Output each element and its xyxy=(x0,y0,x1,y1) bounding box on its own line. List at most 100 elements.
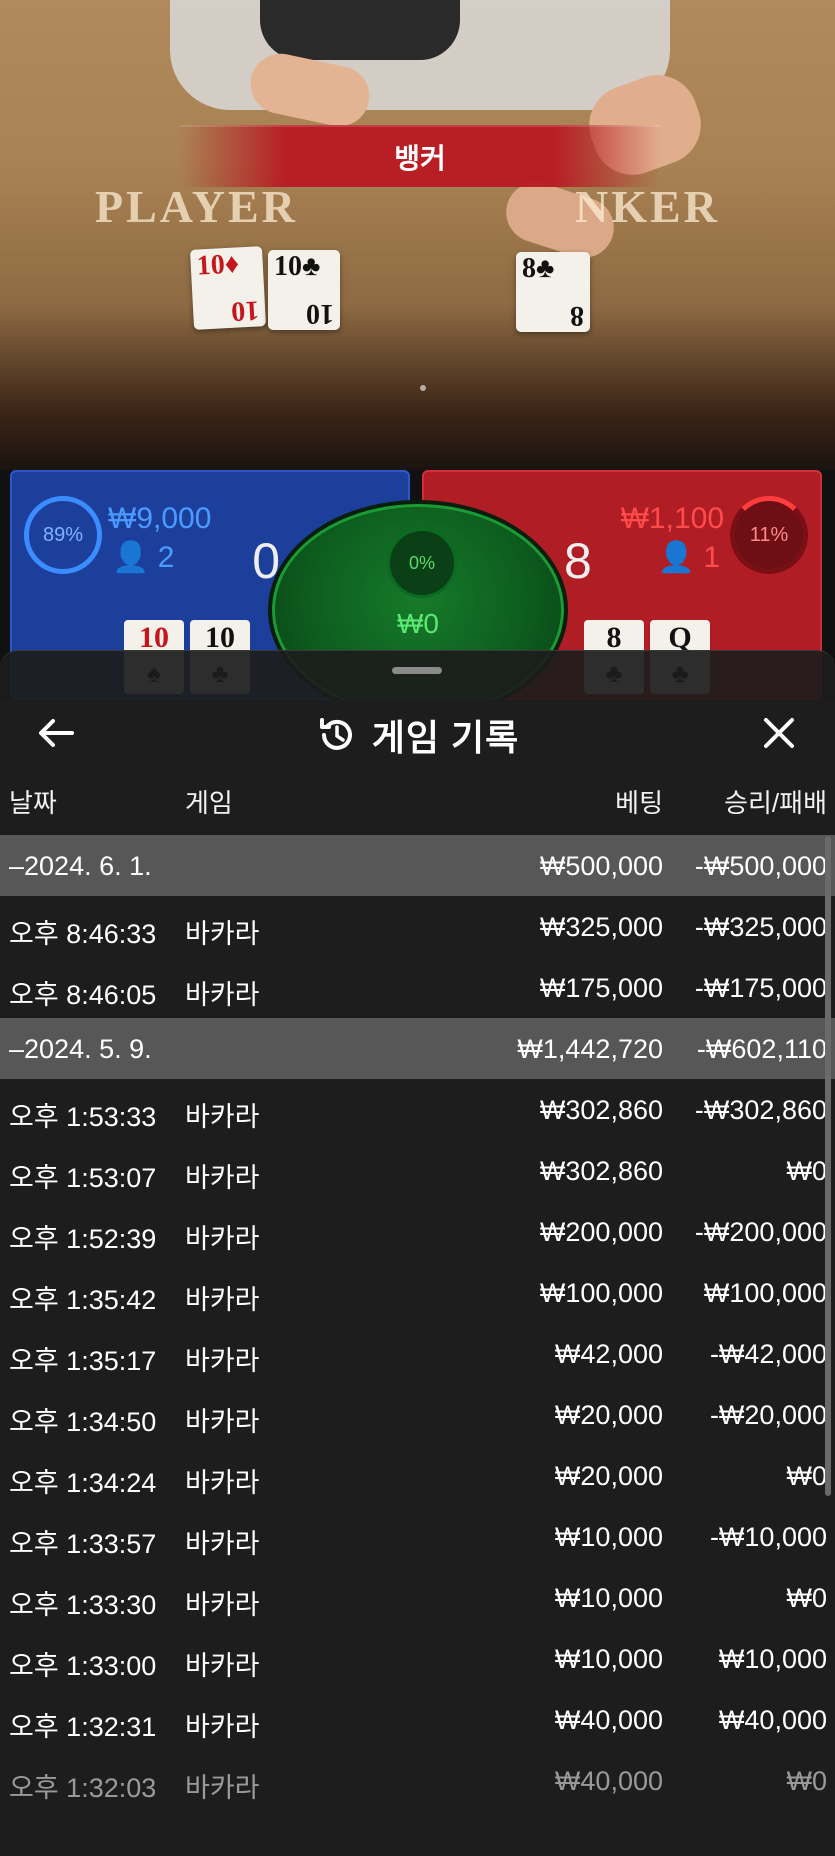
user-icon: 👤 xyxy=(657,541,695,574)
row-result: -₩302,860 xyxy=(694,1095,827,1125)
row-result: -₩175,000 xyxy=(694,973,827,1003)
banker-bettor-count: 👤 1 xyxy=(657,541,720,574)
row-date: 오후 1:53:07 xyxy=(9,1163,157,1193)
game-history-sheet: 게임 기록 날짜 게임 베팅 승리/패배 –2024. 6. 1. ₩500,00… xyxy=(0,650,835,1856)
history-table-header: 날짜 게임 베팅 승리/패배 xyxy=(0,783,835,823)
player-bettor-count: 👤 2 xyxy=(112,541,175,574)
row-bet: ₩100,000 xyxy=(539,1278,663,1308)
row-result: -₩500,000 xyxy=(694,851,827,881)
row-game: 바카라 xyxy=(185,1529,260,1559)
history-row: 오후 1:34:50 바카라 ₩20,000 -₩20,000 xyxy=(0,1384,835,1445)
player-bet-amount: ₩9,000 xyxy=(108,502,212,535)
history-row: 오후 1:33:30 바카라 ₩10,000 ₩0 xyxy=(0,1567,835,1628)
row-game: 바카라 xyxy=(185,1102,260,1132)
date-group-row[interactable]: –2024. 5. 9. ₩1,442,720 -₩602,110 xyxy=(0,1018,835,1079)
row-bet: ₩200,000 xyxy=(539,1217,663,1247)
column-header-game: 게임 xyxy=(185,788,233,818)
history-scrollbar[interactable] xyxy=(825,836,831,1496)
history-row: 오후 1:35:42 바카라 ₩100,000 ₩100,000 xyxy=(0,1262,835,1323)
history-row: 오후 1:32:31 바카라 ₩40,000 ₩40,000 xyxy=(0,1689,835,1750)
row-date: 오후 1:52:39 xyxy=(9,1224,157,1254)
row-game: 바카라 xyxy=(185,1590,260,1620)
dealer-vest xyxy=(260,0,460,60)
row-date: 오후 1:32:03 xyxy=(9,1773,157,1803)
table-card: 10♣ 10 xyxy=(268,250,340,330)
row-bet: ₩302,860 xyxy=(539,1156,663,1186)
history-row: 오후 1:53:07 바카라 ₩302,860 ₩0 xyxy=(0,1140,835,1201)
table-label-banker: NKER xyxy=(575,181,720,232)
row-result: ₩100,000 xyxy=(703,1278,827,1308)
row-game: 바카라 xyxy=(185,1773,260,1803)
live-video: PLAYER NKER 뱅커 10♦ 10 10♣ 10 8♣ 8 xyxy=(0,0,835,470)
history-row: 오후 1:33:00 바카라 ₩10,000 ₩10,000 xyxy=(0,1628,835,1689)
table-card: 10♦ 10 xyxy=(189,246,267,330)
row-date: 오후 8:46:05 xyxy=(9,980,157,1010)
row-game: 바카라 xyxy=(185,1285,260,1315)
row-result: ₩0 xyxy=(786,1583,828,1613)
column-header-bet: 베팅 xyxy=(615,788,663,818)
row-game: 바카라 xyxy=(185,1651,260,1681)
row-result: -₩20,000 xyxy=(709,1400,827,1430)
row-result: -₩602,110 xyxy=(696,1034,827,1064)
user-icon: 👤 xyxy=(112,541,150,574)
sheet-drag-handle[interactable] xyxy=(392,667,442,674)
row-date: 오후 1:53:33 xyxy=(9,1102,157,1132)
row-bet: ₩10,000 xyxy=(554,1522,663,1552)
close-icon xyxy=(764,718,794,748)
tie-percent: 0% xyxy=(387,528,457,598)
history-table-body: –2024. 6. 1. ₩500,000 -₩500,000 오후 8:46:33 바… xyxy=(0,835,835,1811)
row-bet: ₩20,000 xyxy=(554,1400,663,1430)
column-header-result: 승리/패배 xyxy=(724,788,827,818)
row-date: 오후 1:34:24 xyxy=(9,1468,157,1498)
row-result: ₩40,000 xyxy=(718,1705,827,1735)
history-row: 오후 1:33:57 바카라 ₩10,000 -₩10,000 xyxy=(0,1506,835,1567)
row-date: –2024. 6. 1. xyxy=(9,851,152,881)
row-date: 오후 1:32:31 xyxy=(9,1712,157,1742)
row-bet: ₩42,000 xyxy=(554,1339,663,1369)
table-marker xyxy=(420,385,426,391)
sheet-title: 게임 기록 xyxy=(371,717,520,758)
history-row: 오후 1:35:17 바카라 ₩42,000 -₩42,000 xyxy=(0,1323,835,1384)
row-bet: ₩1,442,720 xyxy=(517,1034,663,1064)
banker-score: 8 xyxy=(564,533,592,589)
row-date: 오후 1:34:50 xyxy=(9,1407,157,1437)
row-bet: ₩20,000 xyxy=(554,1461,663,1491)
history-row: 오후 1:32:03 바카라 ₩40,000 ₩0 xyxy=(0,1750,835,1811)
date-group-row[interactable]: –2024. 6. 1. ₩500,000 -₩500,000 xyxy=(0,835,835,896)
row-result: ₩0 xyxy=(786,1461,828,1491)
row-date: 오후 1:33:30 xyxy=(9,1590,157,1620)
row-result: ₩0 xyxy=(786,1766,828,1796)
row-result: -₩42,000 xyxy=(709,1339,827,1369)
row-result: -₩200,000 xyxy=(694,1217,827,1247)
sheet-header: 게임 기록 xyxy=(0,691,835,771)
row-bet: ₩40,000 xyxy=(554,1766,663,1796)
table-card: 8♣ 8 xyxy=(516,252,590,332)
row-date: 오후 8:46:33 xyxy=(9,919,157,949)
row-bet: ₩10,000 xyxy=(554,1583,663,1613)
row-date: 오후 1:35:17 xyxy=(9,1346,157,1376)
row-bet: ₩500,000 xyxy=(539,851,663,881)
row-date: 오후 1:33:00 xyxy=(9,1651,157,1681)
row-game: 바카라 xyxy=(185,919,260,949)
row-game: 바카라 xyxy=(185,1407,260,1437)
history-row: 오후 1:53:33 바카라 ₩302,860 -₩302,860 xyxy=(0,1079,835,1140)
tie-bet-amount: ₩0 xyxy=(397,608,439,639)
row-result: ₩0 xyxy=(786,1156,828,1186)
row-bet: ₩40,000 xyxy=(554,1705,663,1735)
banker-bet-amount: ₩1,100 xyxy=(620,502,724,535)
row-game: 바카라 xyxy=(185,1346,260,1376)
row-result: ₩10,000 xyxy=(718,1644,827,1674)
row-game: 바카라 xyxy=(185,1712,260,1742)
row-result: -₩10,000 xyxy=(709,1522,827,1552)
row-bet: ₩175,000 xyxy=(539,973,663,1003)
player-percent-ring: 89% xyxy=(24,496,102,574)
winner-banner: 뱅커 xyxy=(180,125,660,187)
history-clock-icon xyxy=(319,718,352,750)
row-bet: ₩302,860 xyxy=(539,1095,663,1125)
history-row: 오후 1:34:24 바카라 ₩20,000 ₩0 xyxy=(0,1445,835,1506)
history-row: 오후 8:46:33 바카라 ₩325,000 -₩325,000 xyxy=(0,896,835,957)
row-game: 바카라 xyxy=(185,980,260,1010)
column-header-date: 날짜 xyxy=(9,788,57,818)
row-date: 오후 1:35:42 xyxy=(9,1285,157,1315)
close-button[interactable] xyxy=(753,709,805,757)
